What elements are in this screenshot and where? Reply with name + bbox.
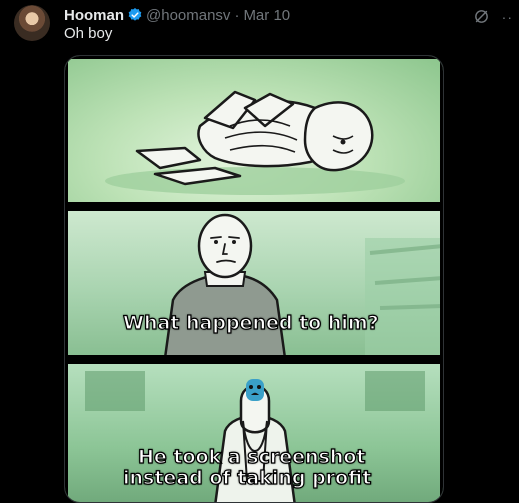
meme-panel-2: What happened to him?: [65, 208, 443, 358]
tweet-header: Hooman @hoomansv · Mar 10: [64, 6, 290, 24]
separator-dot: ·: [234, 6, 240, 24]
more-icon[interactable]: ··: [502, 9, 513, 25]
grok-icon[interactable]: [473, 8, 490, 25]
meme-caption-question: What happened to him?: [122, 311, 379, 334]
emaciated-figure-illustration: [105, 90, 405, 195]
meme-panel-3: He took a screenshot instead of taking p…: [65, 361, 443, 502]
meme-caption-answer-line1: He took a screenshot: [137, 445, 366, 468]
author-handle[interactable]: @hoomansv: [146, 7, 230, 24]
tweet-actions-top: ··: [473, 8, 513, 25]
meme-panel-1: [65, 56, 443, 205]
tweet-text: Oh boy: [64, 25, 113, 42]
tweet-media[interactable]: What happened to him? He took a screensh…: [64, 55, 444, 503]
avatar[interactable]: [14, 5, 50, 41]
wojak-figure-illustration: [163, 213, 443, 358]
verified-badge-icon: [127, 7, 143, 23]
tweet-date[interactable]: Mar 10: [243, 7, 290, 24]
author-name[interactable]: Hooman: [64, 7, 124, 24]
meme-caption-answer-line2: instead of taking profit: [122, 466, 372, 489]
